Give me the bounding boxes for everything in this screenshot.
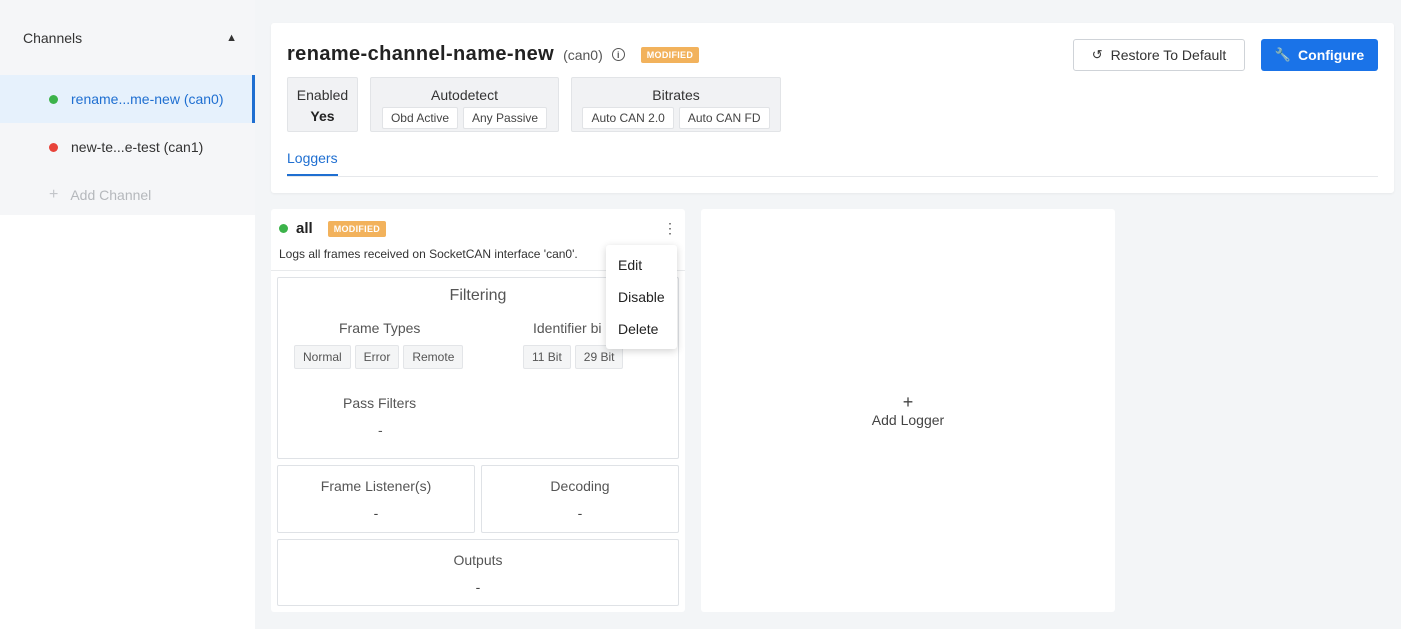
channels-header-label: Channels (23, 29, 83, 46)
autodetect-label: Autodetect (431, 87, 498, 103)
chevron-up-icon[interactable]: ▲ (226, 32, 237, 44)
outputs-box: Outputs - (277, 539, 679, 606)
modified-badge: MODIFIED (327, 220, 387, 237)
menu-item-edit[interactable]: Edit (606, 255, 677, 287)
pass-filters-label: Pass Filters (343, 395, 417, 411)
plus-icon: + (902, 392, 914, 412)
info-icon[interactable]: i (611, 48, 625, 61)
identifier-bits-label: Identifier bi (533, 320, 602, 336)
add-logger-button[interactable]: + Add Logger (701, 209, 1115, 612)
channel-interface: (can0) (563, 46, 603, 63)
sidebar: Channels ▲ rename...me-new (can0) new-te… (0, 0, 255, 629)
menu-item-disable[interactable]: Disable (606, 287, 677, 319)
identifier-bit-chip: 11 Bit (523, 345, 571, 369)
channels-header[interactable]: Channels ▲ (0, 0, 255, 75)
enabled-property: Enabled Yes (287, 77, 358, 132)
frame-types-chips: Normal Error Remote (294, 345, 464, 369)
frame-type-chip: Normal (294, 345, 351, 369)
frame-type-chip: Error (354, 345, 400, 369)
status-dot-green (279, 224, 288, 233)
restore-label: Restore To Default (1110, 47, 1227, 63)
channels-panel: Channels ▲ rename...me-new (can0) new-te… (0, 0, 255, 215)
plus-icon: + (49, 186, 59, 203)
add-logger-label: Add Logger (871, 412, 945, 428)
configure-label: Configure (1298, 47, 1365, 63)
logger-description: Logs all frames received on SocketCAN in… (279, 247, 578, 261)
autodetect-chip: Obd Active (381, 107, 458, 129)
logger-actions-menu: Edit Disable Delete (606, 245, 677, 349)
bitrate-chip: Auto CAN FD (678, 107, 770, 129)
bitrate-chip: Auto CAN 2.0 (582, 107, 674, 129)
status-dot-green (49, 94, 58, 104)
pass-filters-value: - (378, 422, 383, 438)
logger-header: all MODIFIED (279, 220, 387, 237)
kebab-icon[interactable]: ⋮ (663, 221, 677, 235)
sidebar-item-label: new-te...e-test (can1) (71, 139, 204, 155)
bitrates-property: Bitrates Auto CAN 2.0 Auto CAN FD (571, 77, 781, 132)
channel-title-row: rename-channel-name-new (can0) i MODIFIE… (287, 43, 700, 66)
channel-card: rename-channel-name-new (can0) i MODIFIE… (271, 23, 1394, 193)
logger-name: all (296, 220, 313, 237)
restore-default-button[interactable]: ↺ Restore To Default (1073, 39, 1245, 71)
outputs-value: - (475, 579, 481, 595)
enabled-value: Yes (310, 108, 335, 124)
autodetect-property: Autodetect Obd Active Any Passive (370, 77, 559, 132)
configure-button[interactable]: 🔧 Configure (1261, 39, 1378, 71)
page-title: rename-channel-name-new (287, 43, 555, 65)
outputs-label: Outputs (453, 552, 503, 568)
status-dot-red (49, 142, 58, 152)
sidebar-item-label: rename...me-new (can0) (71, 91, 224, 107)
autodetect-chip: Any Passive (463, 107, 548, 129)
frame-listeners-box: Frame Listener(s) - (277, 465, 475, 533)
modified-badge: MODIFIED (640, 46, 700, 63)
add-channel-button[interactable]: + Add Channel (0, 171, 255, 219)
sidebar-item-can0[interactable]: rename...me-new (can0) (0, 75, 255, 123)
tab-divider (287, 176, 1378, 177)
decoding-value: - (577, 505, 583, 521)
frame-listeners-label: Frame Listener(s) (320, 478, 432, 494)
frame-listeners-value: - (373, 505, 379, 521)
menu-item-delete[interactable]: Delete (606, 319, 677, 351)
sidebar-item-can1[interactable]: new-te...e-test (can1) (0, 123, 255, 171)
wrench-icon: 🔧 (1274, 47, 1292, 62)
bitrates-label: Bitrates (652, 87, 700, 103)
enabled-label: Enabled (296, 87, 349, 103)
decoding-label: Decoding (550, 478, 610, 494)
decoding-box: Decoding - (481, 465, 679, 533)
frame-types-label: Frame Types (339, 320, 421, 336)
add-channel-label: Add Channel (70, 187, 152, 203)
restore-icon: ↺ (1091, 47, 1103, 62)
frame-type-chip: Remote (403, 345, 464, 369)
tab-loggers[interactable]: Loggers (287, 150, 338, 176)
